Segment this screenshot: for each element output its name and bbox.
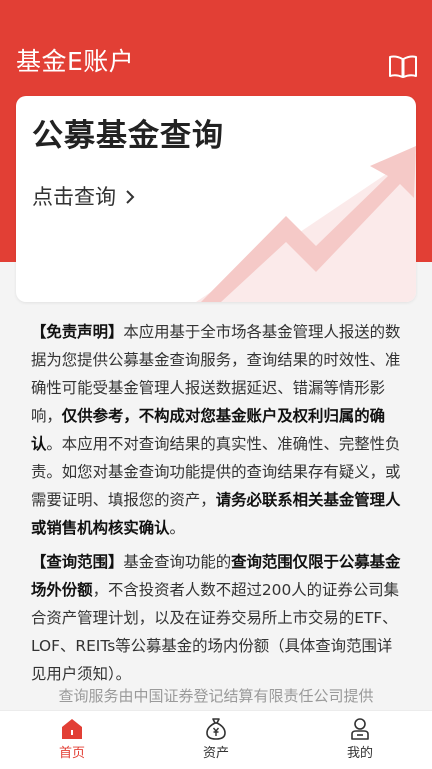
tab-me[interactable]: 我的: [288, 711, 432, 769]
tab-home[interactable]: 首页: [0, 711, 144, 769]
disclaimer-paragraph: 【免责声明】本应用基于全市场各基金管理人报送的数据为您提供公募基金查询服务，查询…: [31, 318, 403, 542]
chevron-right-icon: [126, 190, 135, 204]
disclaimer-tag: 【免责声明】: [31, 323, 124, 341]
tab-me-label: 我的: [346, 746, 373, 761]
home-icon: [62, 719, 82, 739]
info-content: 【免责声明】本应用基于全市场各基金管理人报送的数据为您提供公募基金查询服务，查询…: [31, 318, 403, 694]
bottom-tab-bar: 首页 资产 我的: [0, 710, 432, 769]
card-title: 公募基金查询: [32, 118, 224, 154]
scope-text-1: 基金查询功能的: [123, 553, 232, 571]
tab-assets[interactable]: 资产: [144, 711, 288, 769]
tab-home-label: 首页: [58, 746, 85, 761]
tab-assets-label: 资产: [202, 746, 229, 761]
fund-query-card[interactable]: 公募基金查询 点击查询: [16, 96, 416, 302]
app-title: 基金E账户: [16, 47, 135, 76]
query-link[interactable]: 点击查询: [32, 182, 136, 212]
disclaimer-text-3: 。: [169, 519, 185, 537]
query-link-label: 点击查询: [32, 185, 116, 209]
provider-note: 查询服务由中国证券登记结算有限责任公司提供: [58, 687, 374, 705]
book-icon[interactable]: [388, 54, 418, 80]
scope-tag: 【查询范围】: [31, 553, 124, 571]
scope-paragraph: 【查询范围】基金查询功能的查询范围仅限于公募基金场外份额，不含投资者人数不超过2…: [31, 548, 403, 688]
user-icon: [351, 718, 369, 740]
money-bag-icon: [206, 718, 226, 740]
